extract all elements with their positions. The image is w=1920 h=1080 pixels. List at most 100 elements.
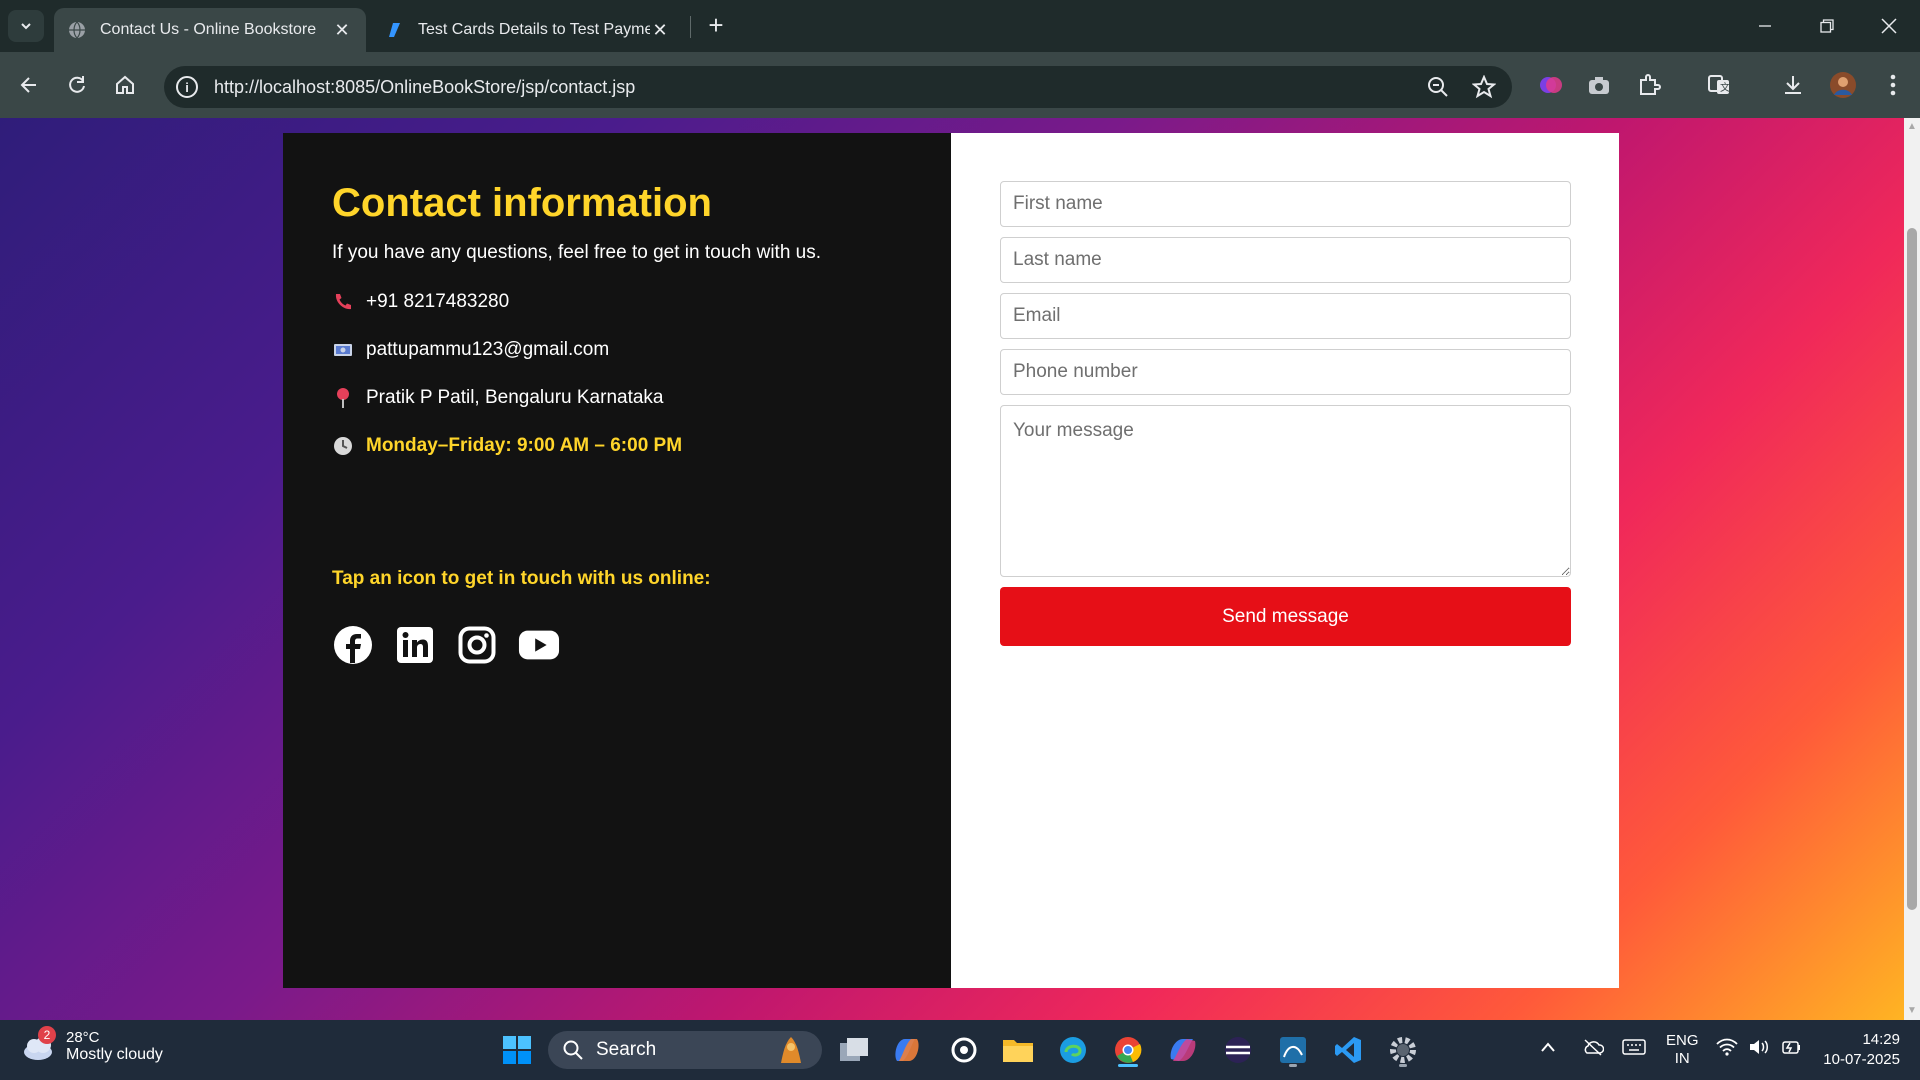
linkedin-icon — [397, 627, 433, 663]
linkedin-link[interactable] — [394, 624, 436, 666]
phone-number-field[interactable] — [1000, 349, 1571, 395]
social-links — [332, 624, 902, 666]
gear-icon — [1390, 1037, 1416, 1063]
translate-button[interactable]: 文 — [1702, 68, 1736, 102]
tab-search-button[interactable] — [8, 10, 44, 42]
brain-extension-icon — [1540, 77, 1562, 93]
cloud-icon: 2 — [20, 1026, 58, 1064]
clock-widget[interactable]: 14:29 10-07-2025 — [1816, 1030, 1900, 1070]
tab-test-cards[interactable]: Test Cards Details to Test Payment ✕ — [372, 8, 684, 52]
scroll-down-arrow-icon[interactable]: ▼ — [1907, 1006, 1917, 1016]
page-viewport: Contact information If you have any ques… — [0, 118, 1904, 1020]
profile-button[interactable] — [1826, 68, 1860, 102]
edge-app[interactable] — [1053, 1030, 1093, 1070]
contact-hours-row: Monday–Friday: 9:00 AM – 6:00 PM — [332, 434, 902, 458]
copilot-app[interactable] — [887, 1030, 927, 1070]
tab-close-icon[interactable]: ✕ — [650, 20, 670, 41]
puzzle-icon — [1640, 74, 1661, 95]
eclipse-icon — [1225, 1037, 1251, 1063]
tab-title: Test Cards Details to Test Payment — [418, 21, 650, 38]
weather-badge: 2 — [38, 1026, 56, 1044]
contact-address-row: Pratik P Patil, Bengaluru Karnataka — [332, 386, 902, 410]
email-icon — [332, 339, 354, 361]
back-button[interactable] — [12, 68, 46, 102]
contact-hours-text: Monday–Friday: 9:00 AM – 6:00 PM — [366, 435, 683, 456]
home-button[interactable] — [108, 68, 142, 102]
wifi-icon — [1716, 1038, 1738, 1056]
extensions-button[interactable] — [1632, 68, 1666, 102]
contact-email-text: pattupammu123@gmail.com — [366, 339, 610, 360]
reload-icon — [69, 76, 85, 93]
bookmark-star-icon[interactable] — [1472, 75, 1496, 99]
browser-toolbar: i http://localhost:8085/OnlineBookStore/… — [0, 52, 1920, 118]
kebab-menu-icon — [1890, 74, 1896, 96]
home-icon — [116, 75, 134, 94]
m365-icon — [1170, 1039, 1196, 1061]
language-indicator[interactable]: ENG IN — [1666, 1032, 1699, 1068]
minimize-button[interactable] — [1740, 6, 1790, 46]
first-name-field[interactable] — [1000, 181, 1571, 227]
chatgpt-app[interactable] — [944, 1030, 984, 1070]
onedrive-tray[interactable] — [1582, 1038, 1605, 1060]
social-heading: Tap an icon to get in touch with us onli… — [332, 568, 711, 589]
reload-button[interactable] — [60, 68, 94, 102]
clock-icon — [332, 435, 354, 457]
extension-camera-button[interactable] — [1582, 68, 1616, 102]
task-view-button[interactable] — [834, 1030, 874, 1070]
instagram-link[interactable] — [456, 624, 498, 666]
running-app-indicator — [1399, 1064, 1407, 1067]
search-highlight-icon — [781, 1037, 801, 1063]
facebook-link[interactable] — [332, 624, 374, 666]
tray-overflow-button[interactable] — [1540, 1040, 1556, 1057]
quick-settings-tray[interactable] — [1716, 1038, 1802, 1056]
active-app-indicator — [1118, 1064, 1138, 1067]
chatgpt-icon — [951, 1037, 977, 1063]
globe-icon — [68, 21, 86, 39]
youtube-link[interactable] — [518, 624, 560, 666]
weather-temp: 28°C — [66, 1028, 100, 1046]
contact-phone-text: +91 8217483280 — [366, 291, 510, 312]
zoom-icon[interactable] — [1426, 75, 1450, 99]
facebook-icon — [334, 626, 372, 664]
tab-close-icon[interactable]: ✕ — [332, 20, 352, 41]
taskbar-search[interactable]: Search — [548, 1031, 822, 1069]
browser-menu-button[interactable] — [1876, 68, 1910, 102]
scroll-up-arrow-icon[interactable]: ▲ — [1907, 122, 1917, 132]
chrome-app[interactable] — [1108, 1030, 1148, 1070]
razorpay-icon — [386, 21, 404, 39]
youtube-icon — [518, 630, 560, 660]
site-info-icon[interactable]: i — [176, 76, 198, 98]
start-button[interactable] — [497, 1030, 537, 1070]
keyboard-tray[interactable] — [1622, 1038, 1646, 1060]
task-view-icon — [840, 1038, 868, 1061]
extension-brain-button[interactable] — [1534, 68, 1568, 102]
windows-taskbar: 2 28°C Mostly cloudy Search ENG IN 14:29… — [0, 1020, 1920, 1080]
mysql-workbench-app[interactable] — [1273, 1030, 1313, 1070]
settings-app[interactable] — [1383, 1030, 1423, 1070]
tab-contact-us[interactable]: Contact Us - Online Bookstore ✕ — [54, 8, 366, 52]
windows-logo-icon — [503, 1036, 531, 1064]
eclipse-app[interactable] — [1218, 1030, 1258, 1070]
url-text[interactable]: http://localhost:8085/OnlineBookStore/js… — [214, 77, 635, 98]
phone-icon — [332, 291, 354, 313]
message-field[interactable] — [1000, 405, 1571, 577]
close-window-button[interactable] — [1864, 6, 1914, 46]
last-name-field[interactable] — [1000, 237, 1571, 283]
page-scrollbar[interactable]: ▲ ▼ — [1904, 118, 1920, 1020]
clock-date: 10-07-2025 — [1823, 1051, 1900, 1068]
file-explorer-app[interactable] — [998, 1030, 1038, 1070]
taskbar-search-label: Search — [596, 1039, 657, 1060]
m365-app[interactable] — [1163, 1030, 1203, 1070]
new-tab-button[interactable]: + — [702, 10, 730, 40]
scrollbar-thumb[interactable] — [1907, 228, 1917, 910]
downloads-button[interactable] — [1776, 68, 1810, 102]
send-message-button[interactable]: Send message — [1000, 587, 1571, 646]
minimize-icon — [1759, 25, 1771, 27]
weather-widget[interactable]: 2 28°C Mostly cloudy — [20, 1026, 163, 1064]
battery-icon — [1782, 1041, 1800, 1054]
restore-button[interactable] — [1802, 6, 1852, 46]
contact-lead-text: If you have any questions, feel free to … — [332, 242, 822, 263]
email-field[interactable] — [1000, 293, 1571, 339]
vscode-app[interactable] — [1328, 1030, 1368, 1070]
address-bar[interactable]: i http://localhost:8085/OnlineBookStore/… — [164, 66, 1512, 108]
